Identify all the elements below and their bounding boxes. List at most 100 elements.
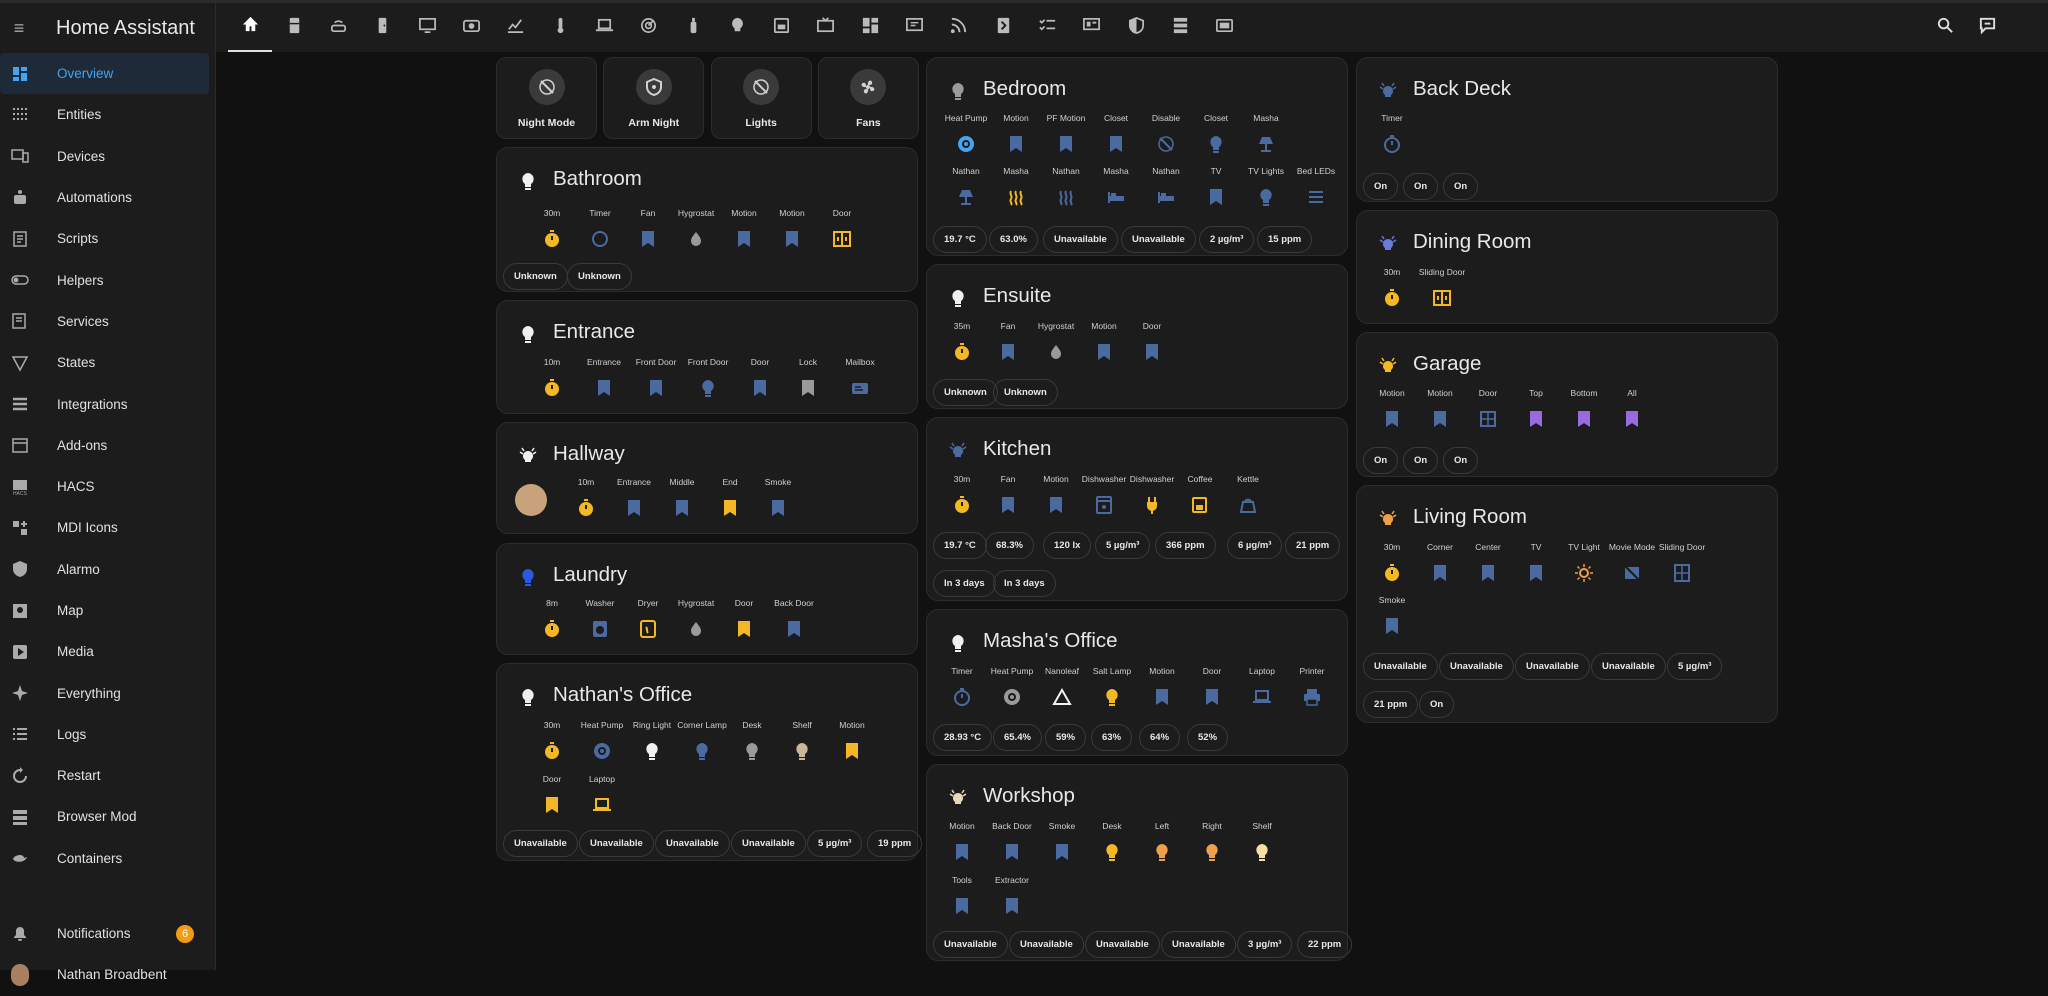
entity-button[interactable]: 35m <box>937 321 987 362</box>
sidebar-item-notifications[interactable]: Notifications 6 <box>0 913 216 954</box>
room-card-ensuite[interactable]: Ensuite 35m Fan Hygrostat Motion Door Un… <box>926 264 1348 409</box>
entity-button[interactable]: Hygrostat <box>671 598 721 639</box>
sidebar-item-logs[interactable]: Logs <box>0 714 215 755</box>
tab-monitor[interactable] <box>405 3 449 52</box>
entity-button[interactable]: Nathan <box>1041 166 1091 207</box>
entity-button[interactable]: PF Motion <box>1041 113 1091 154</box>
entity-button[interactable]: Fan <box>983 321 1033 362</box>
chip-arm-night[interactable]: Arm Night <box>603 57 705 139</box>
entity-button[interactable]: Bottom <box>1559 388 1609 429</box>
state-badge[interactable]: On <box>1443 173 1479 200</box>
room-card-kitchen[interactable]: Kitchen 30m Fan Motion Dishwasher Dishwa… <box>926 417 1348 601</box>
entity-button[interactable]: Laptop <box>577 774 627 815</box>
entity-button[interactable]: Desk <box>1087 821 1137 862</box>
entity-button[interactable]: Door <box>1463 388 1513 429</box>
sidebar-item-browser-mod[interactable]: Browser Mod <box>0 796 215 837</box>
lightbulb-icon[interactable] <box>948 81 968 101</box>
state-badge[interactable]: 21 ppm <box>1363 691 1419 718</box>
state-badge[interactable]: 6 µg/m³ <box>1227 532 1283 559</box>
entity-button[interactable]: Sliding Door <box>1417 267 1467 308</box>
entity-button[interactable]: Timer <box>937 666 987 707</box>
entity-button[interactable]: Dryer <box>623 598 673 639</box>
state-badge[interactable]: 65.4% <box>993 724 1042 751</box>
entity-button[interactable]: Sliding Door <box>1657 542 1707 583</box>
entity-button[interactable]: Printer <box>1287 666 1337 707</box>
entity-button[interactable]: Center <box>1463 542 1513 583</box>
entity-button[interactable]: Door <box>1127 321 1177 362</box>
entity-button[interactable]: Door <box>527 774 577 815</box>
tab-chart[interactable] <box>494 3 538 52</box>
state-badge[interactable]: Unavailable <box>1085 931 1160 958</box>
ceiling-light-icon[interactable] <box>518 446 538 466</box>
entity-button[interactable]: Dishwasher <box>1079 474 1129 515</box>
state-badge[interactable]: 22 ppm <box>1297 931 1353 958</box>
sidebar-item-automations[interactable]: Automations <box>0 177 215 218</box>
tab-tablet[interactable] <box>1203 3 1247 52</box>
state-badge[interactable]: Unknown <box>567 263 632 290</box>
state-badge[interactable]: 19.7 °C <box>933 532 987 559</box>
entity-button[interactable]: Masha <box>991 166 1041 207</box>
tab-tv[interactable] <box>804 3 848 52</box>
entity-button[interactable]: End <box>705 477 755 518</box>
search-button[interactable] <box>1934 17 1956 39</box>
entity-button[interactable]: 30m <box>1367 542 1417 583</box>
entity-button[interactable]: Motion <box>767 208 817 249</box>
entity-button[interactable]: Door <box>735 357 785 398</box>
tab-rss[interactable] <box>937 3 981 52</box>
state-badge[interactable]: Unavailable <box>503 830 578 857</box>
tab-thermometer[interactable] <box>538 3 582 52</box>
entity-button[interactable]: Extractor <box>987 875 1037 916</box>
entity-button[interactable]: 30m <box>527 720 577 761</box>
entity-button[interactable]: Back Door <box>987 821 1037 862</box>
entity-button[interactable]: Shelf <box>777 720 827 761</box>
entity-button[interactable]: 10m <box>561 477 611 518</box>
entity-button[interactable]: Nathan <box>1141 166 1191 207</box>
entity-button[interactable]: Timer <box>1367 113 1417 154</box>
state-badge[interactable]: Unavailable <box>655 830 730 857</box>
chip-night-mode[interactable]: Night Mode <box>496 57 597 139</box>
state-badge[interactable]: Unavailable <box>1161 931 1236 958</box>
room-card-bedroom[interactable]: Bedroom Heat Pump Motion PF Motion Close… <box>926 57 1348 256</box>
state-badge[interactable]: On <box>1403 447 1439 474</box>
tab-fridge[interactable] <box>272 3 316 52</box>
state-badge[interactable]: 68.3% <box>985 532 1034 559</box>
sidebar-item-hacs[interactable]: HACS HACS <box>0 466 215 507</box>
sidebar-item-mdi-icons[interactable]: MDI Icons <box>0 507 215 548</box>
entity-button[interactable]: TV <box>1511 542 1561 583</box>
sidebar-item-devices[interactable]: Devices <box>0 136 215 177</box>
entity-button[interactable]: All <box>1607 388 1657 429</box>
sidebar-item-states[interactable]: States <box>0 342 215 383</box>
room-card-living-room[interactable]: Living Room 30m Corner Center TV TV Ligh… <box>1356 485 1778 723</box>
state-badge[interactable]: Unknown <box>503 263 568 290</box>
tab-monitor-dashboard[interactable] <box>1070 3 1114 52</box>
entity-button[interactable]: Motion <box>937 821 987 862</box>
entity-button[interactable]: Front Door <box>683 357 733 398</box>
room-card-laundry[interactable]: Laundry 8m Washer Dryer Hygrostat Door B… <box>496 543 918 655</box>
state-badge[interactable]: Unknown <box>933 379 998 406</box>
entity-button[interactable]: Salt Lamp <box>1087 666 1137 707</box>
lightbulb-icon[interactable] <box>948 288 968 308</box>
entity-button[interactable]: Tools <box>937 875 987 916</box>
entity-button[interactable]: Fan <box>983 474 1033 515</box>
entity-button[interactable]: Hygrostat <box>1031 321 1081 362</box>
entity-button[interactable]: Corner <box>1415 542 1465 583</box>
entity-button[interactable]: Shelf <box>1237 821 1287 862</box>
entity-button[interactable]: TV Light <box>1559 542 1609 583</box>
entity-button[interactable]: Entrance <box>609 477 659 518</box>
entity-button[interactable]: Closet <box>1191 113 1241 154</box>
state-badge[interactable]: 21 ppm <box>1285 532 1341 559</box>
state-badge[interactable]: On <box>1403 173 1439 200</box>
state-badge[interactable]: 5 µg/m³ <box>807 830 863 857</box>
state-badge[interactable]: 19 ppm <box>867 830 923 857</box>
entity-button[interactable]: Motion <box>991 113 1041 154</box>
room-card-garage[interactable]: Garage Motion Motion Door Top Bottom All… <box>1356 332 1778 477</box>
sidebar-item-restart[interactable]: Restart <box>0 755 215 796</box>
room-card-mashas-office[interactable]: Masha's Office Timer Heat Pump Nanoleaf … <box>926 609 1348 756</box>
sidebar-item-add-ons[interactable]: Add-ons <box>0 425 215 466</box>
state-badge[interactable]: Unavailable <box>1121 226 1196 253</box>
entity-button[interactable]: Door <box>1187 666 1237 707</box>
entity-button[interactable]: Back Door <box>769 598 819 639</box>
entity-button[interactable]: Corner Lamp <box>677 720 727 761</box>
chip-fans[interactable]: Fans <box>817 57 919 139</box>
sidebar-item-overview[interactable]: Overview <box>0 53 209 95</box>
